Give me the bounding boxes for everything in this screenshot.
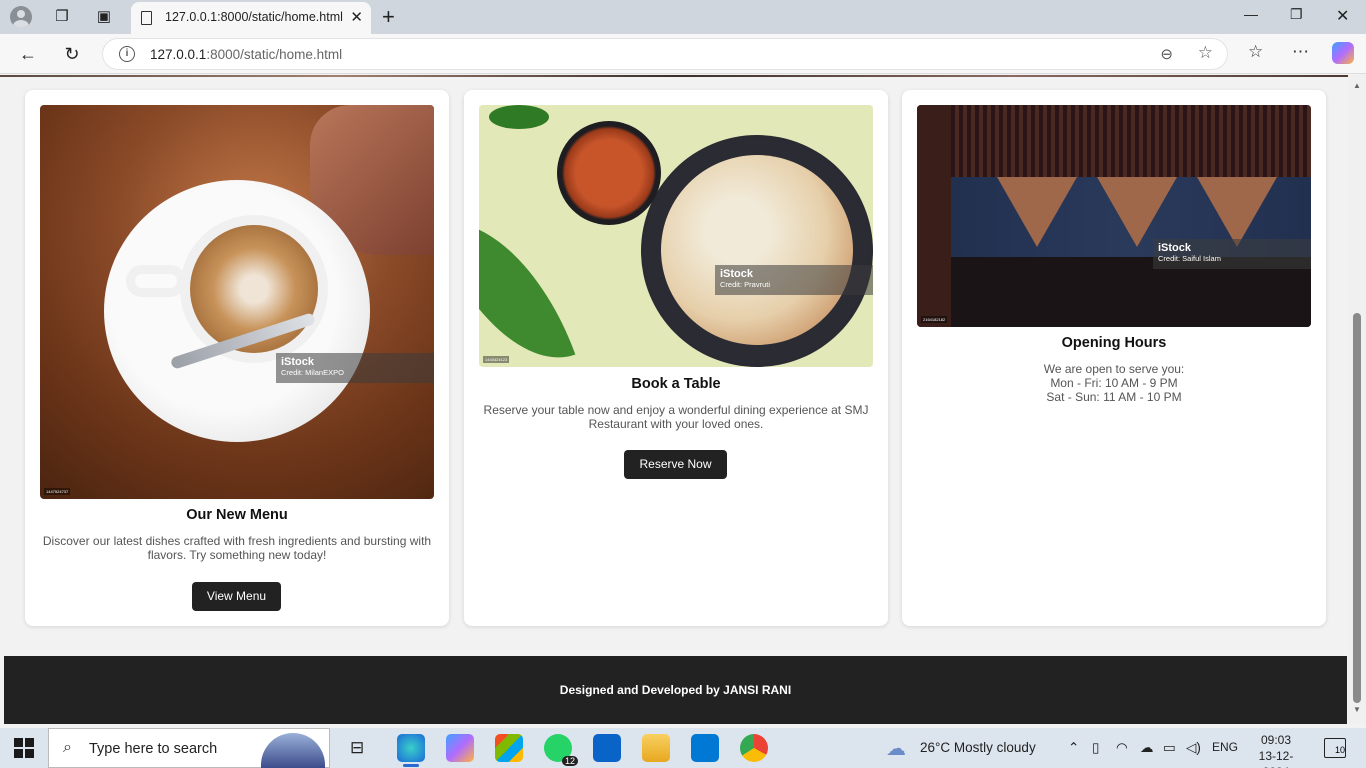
address-bar[interactable]: i 127.0.0.1:8000/static/home.html ⊖ ☆: [102, 38, 1228, 70]
weather-icon: ☁: [886, 738, 906, 760]
hours-card: iStock Credit: Saiful Islam 2164182182 O…: [902, 90, 1326, 626]
browser-toolbar: ← ↻ i 127.0.0.1:8000/static/home.html ⊖ …: [0, 34, 1366, 74]
onedrive-icon[interactable]: ☁: [1140, 740, 1154, 756]
url-text: 127.0.0.1:8000/static/home.html: [150, 47, 343, 62]
restaurant-image: iStock Credit: Saiful Islam 2164182182: [917, 105, 1311, 327]
back-icon[interactable]: ←: [16, 42, 40, 66]
browser-tab-bar: ❐ ▣ 127.0.0.1:8000/static/home.html ✕ + …: [0, 0, 1366, 34]
scroll-up-icon[interactable]: ▲: [1353, 81, 1361, 90]
task-view-icon[interactable]: ⊟: [350, 738, 364, 758]
close-window-icon[interactable]: ✕: [1336, 6, 1349, 26]
tab-title: 127.0.0.1:8000/static/home.html: [165, 10, 343, 24]
image-id: 1443424123: [483, 356, 510, 363]
battery-icon[interactable]: ▭: [1163, 740, 1176, 756]
favorites-icon[interactable]: ☆: [1248, 42, 1263, 62]
scroll-down-icon[interactable]: ▼: [1353, 705, 1361, 714]
card-title: Our New Menu: [186, 507, 288, 523]
vscode-icon[interactable]: [691, 734, 719, 762]
hero-image-edge: [0, 75, 1348, 77]
istock-watermark: iStock Credit: Saiful Islam: [1153, 239, 1311, 269]
reserve-now-button[interactable]: Reserve Now: [624, 450, 727, 479]
istock-watermark: iStock Credit: MilanEXPO: [276, 353, 434, 383]
close-tab-icon[interactable]: ✕: [350, 8, 363, 26]
edge-icon[interactable]: [397, 734, 425, 767]
language-indicator[interactable]: ENG: [1212, 740, 1238, 754]
outlook-icon[interactable]: [593, 734, 621, 762]
copilot-app-icon[interactable]: [446, 734, 474, 762]
page-icon: [141, 11, 152, 25]
card-title: Opening Hours: [1061, 335, 1167, 351]
card-description: Reserve your table now and enjoy a wonde…: [483, 403, 869, 431]
copilot-icon[interactable]: [1332, 42, 1354, 64]
taskbar-search[interactable]: ⌕ Type here to search: [48, 728, 330, 768]
zoom-icon[interactable]: ⊖: [1160, 45, 1173, 63]
site-info-icon[interactable]: i: [119, 46, 135, 62]
chrome-icon[interactable]: [740, 734, 768, 762]
view-menu-button[interactable]: View Menu: [192, 582, 281, 611]
whatsapp-badge: 12: [561, 756, 578, 766]
file-explorer-icon[interactable]: [642, 734, 670, 762]
show-hidden-icons[interactable]: ⌃: [1068, 740, 1079, 756]
minimize-icon[interactable]: —: [1244, 6, 1258, 22]
refresh-icon[interactable]: ↻: [60, 42, 84, 66]
profile-icon[interactable]: [10, 6, 32, 28]
card-description: Discover our latest dishes crafted with …: [42, 534, 432, 562]
vertical-tabs-icon[interactable]: ▣: [93, 6, 115, 28]
coffee-image: iStock Credit: MilanEXPO 1447524737: [40, 105, 434, 499]
new-tab-button[interactable]: +: [382, 4, 395, 30]
image-id: 2164182182: [921, 316, 948, 323]
search-icon: ⌕: [63, 739, 72, 756]
volume-icon[interactable]: ◁): [1186, 740, 1201, 756]
weather-text[interactable]: 26°C Mostly cloudy: [920, 740, 1036, 755]
page-viewport: iStock Credit: MilanEXPO 1447524737 Our …: [0, 75, 1348, 724]
store-icon[interactable]: [495, 734, 523, 762]
hours-line: We are open to serve you:: [1043, 362, 1185, 376]
istock-watermark: iStock Credit: Pravruti: [715, 265, 873, 295]
meet-icon[interactable]: ▯: [1092, 740, 1099, 756]
notifications-icon[interactable]: 10: [1324, 738, 1346, 758]
favorite-star-icon[interactable]: ☆: [1198, 43, 1213, 63]
more-menu-icon[interactable]: ⋯: [1292, 42, 1309, 62]
hours-line: Mon - Fri: 10 AM - 9 PM: [1050, 376, 1178, 390]
footer: Designed and Developed by JANSI RANI: [4, 656, 1347, 724]
wifi-icon[interactable]: ◠: [1116, 740, 1128, 756]
search-placeholder: Type here to search: [89, 741, 218, 757]
restore-icon[interactable]: ❐: [1290, 6, 1303, 23]
menu-card: iStock Credit: MilanEXPO 1447524737 Our …: [25, 90, 449, 626]
windows-start-icon[interactable]: [14, 738, 34, 758]
page-scrollbar[interactable]: ▲ ▼: [1348, 75, 1366, 724]
scrollbar-thumb[interactable]: [1353, 313, 1361, 703]
windows-taskbar: ⌕ Type here to search ⊟ 12 ☁ 26°C Mostly…: [0, 728, 1366, 768]
booking-card: iStock Credit: Pravruti 1443424123 Book …: [464, 90, 888, 626]
workspaces-icon[interactable]: ❐: [51, 6, 73, 28]
search-highlight-icon: [261, 733, 325, 768]
dosa-image: iStock Credit: Pravruti 1443424123: [479, 105, 873, 367]
card-title: Book a Table: [631, 376, 721, 392]
hours-line: Sat - Sun: 11 AM - 10 PM: [1046, 390, 1182, 404]
active-tab[interactable]: 127.0.0.1:8000/static/home.html ✕: [131, 2, 371, 34]
whatsapp-icon[interactable]: 12: [544, 734, 578, 766]
clock[interactable]: 09:03 13-12-2024: [1248, 732, 1304, 768]
image-id: 1447524737: [44, 488, 71, 495]
